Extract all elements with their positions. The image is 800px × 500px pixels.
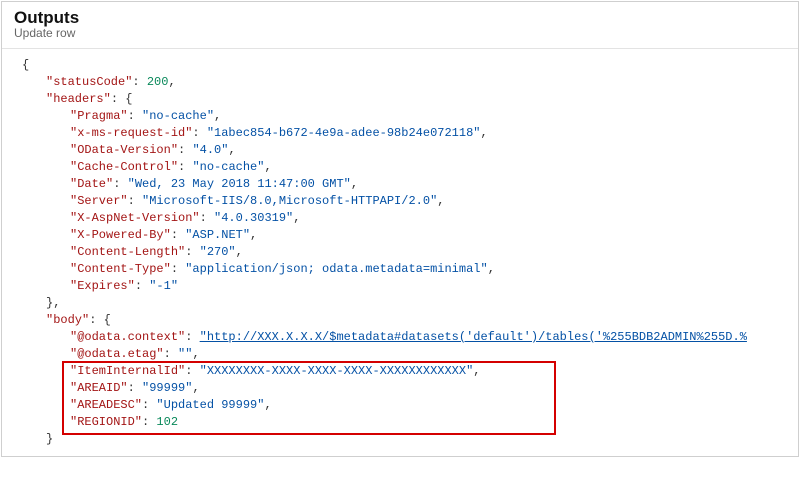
val-date: "Wed, 23 May 2018 11:47:00 GMT" xyxy=(128,177,351,191)
key-iteminternalid: "ItemInternalId" xyxy=(70,364,185,378)
key-statuscode: "statusCode" xyxy=(46,75,132,89)
val-areaid: "99999" xyxy=(142,381,192,395)
val-odataetag: "" xyxy=(178,347,192,361)
outputs-panel: Outputs Update row { "statusCode": 200, … xyxy=(1,1,799,457)
val-xmsrequestid: "1abec854-b672-4e9a-adee-98b24e072118" xyxy=(207,126,481,140)
panel-title: Outputs xyxy=(14,8,786,28)
key-odataversion: "OData-Version" xyxy=(70,143,178,157)
key-xaspnetversion: "X-AspNet-Version" xyxy=(70,211,200,225)
json-output: { "statusCode": 200, "headers": { "Pragm… xyxy=(2,49,798,456)
val-contenttype: "application/json; odata.metadata=minima… xyxy=(185,262,487,276)
val-xaspnetversion: "4.0.30319" xyxy=(214,211,293,225)
brace-open: { xyxy=(22,58,29,72)
val-odatacontext[interactable]: "http://XXX.X.X.X/$metadata#datasets('de… xyxy=(200,330,747,344)
key-server: "Server" xyxy=(70,194,128,208)
key-contentlength: "Content-Length" xyxy=(70,245,185,259)
val-areadesc: "Updated 99999" xyxy=(156,398,264,412)
key-odataetag: "@odata.etag" xyxy=(70,347,164,361)
key-expires: "Expires" xyxy=(70,279,135,293)
val-pragma: "no-cache" xyxy=(142,109,214,123)
val-regionid: 102 xyxy=(156,415,178,429)
key-date: "Date" xyxy=(70,177,113,191)
key-cachecontrol: "Cache-Control" xyxy=(70,160,178,174)
key-pragma: "Pragma" xyxy=(70,109,128,123)
val-odataversion: "4.0" xyxy=(192,143,228,157)
key-areadesc: "AREADESC" xyxy=(70,398,142,412)
val-contentlength: "270" xyxy=(200,245,236,259)
key-odatacontext: "@odata.context" xyxy=(70,330,185,344)
panel-subtitle: Update row xyxy=(14,26,786,40)
key-body: "body" xyxy=(46,313,89,327)
body-close: } xyxy=(46,432,53,446)
key-contenttype: "Content-Type" xyxy=(70,262,171,276)
val-iteminternalid: "XXXXXXXX-XXXX-XXXX-XXXX-XXXXXXXXXXXX" xyxy=(200,364,474,378)
val-expires: "-1" xyxy=(149,279,178,293)
val-statuscode: 200 xyxy=(147,75,169,89)
panel-header: Outputs Update row xyxy=(2,2,798,42)
key-xmsrequestid: "x-ms-request-id" xyxy=(70,126,192,140)
val-xpoweredby: "ASP.NET" xyxy=(185,228,250,242)
val-server: "Microsoft-IIS/8.0,Microsoft-HTTPAPI/2.0… xyxy=(142,194,437,208)
val-cachecontrol: "no-cache" xyxy=(192,160,264,174)
key-headers: "headers" xyxy=(46,92,111,106)
key-areaid: "AREAID" xyxy=(70,381,128,395)
key-xpoweredby: "X-Powered-By" xyxy=(70,228,171,242)
key-regionid: "REGIONID" xyxy=(70,415,142,429)
